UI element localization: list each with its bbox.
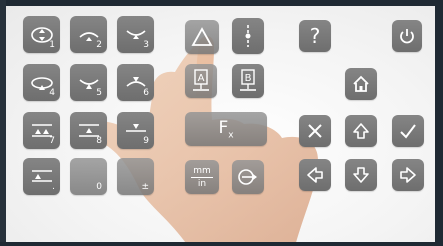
preset-arrow-icon [238, 169, 257, 185]
axis-key-2[interactable]: 2 [70, 16, 107, 53]
check-icon [400, 124, 416, 139]
key-digit-5: 5 [96, 88, 102, 98]
triangle-icon [191, 27, 213, 46]
marker-b-icon: B [240, 69, 256, 91]
home-key[interactable] [345, 68, 377, 100]
decimal-key[interactable]: . [23, 158, 60, 195]
key-plus-minus: ± [141, 182, 149, 192]
arrow-left-key[interactable] [299, 159, 331, 191]
arrow-left-icon [307, 167, 323, 183]
vertical-measure-icon [245, 25, 251, 47]
plus-minus-key[interactable]: ± [117, 158, 154, 195]
axis-key-6[interactable]: 6 [117, 64, 154, 101]
unit-in-label: in [197, 178, 207, 189]
close-icon [308, 124, 322, 138]
axis-key-8[interactable]: 8 [70, 112, 107, 149]
function-key[interactable]: Fx [185, 112, 267, 146]
marker-b-key[interactable]: B [232, 64, 264, 98]
marker-a-icon: A [193, 69, 209, 91]
arrow-down-key[interactable] [345, 159, 377, 191]
power-icon [400, 29, 414, 44]
arrow-up-icon [353, 123, 369, 139]
arrow-right-key[interactable] [392, 159, 424, 191]
arrow-right-icon [400, 167, 416, 183]
preset-key[interactable] [232, 160, 264, 194]
marker-b-letter: B [245, 73, 252, 84]
zero-key[interactable]: 0 [70, 158, 107, 195]
key-digit-0: 0 [96, 182, 102, 192]
key-digit-8: 8 [96, 136, 102, 146]
axis-key-1[interactable]: 1 [23, 16, 60, 53]
function-label-sub: x [228, 130, 234, 141]
axis-key-9[interactable]: 9 [117, 112, 154, 149]
keypad-screen: 1 2 3 ? 4 5 6 A B 7 8 9 Fx . 0 ± mm in [0, 0, 443, 246]
marker-a-letter: A [198, 73, 205, 84]
help-key[interactable]: ? [299, 20, 331, 52]
axis-key-5[interactable]: 5 [70, 64, 107, 101]
question-mark-icon: ? [309, 24, 321, 48]
ok-key[interactable] [392, 115, 424, 147]
arrow-down-icon [353, 167, 369, 183]
arrow-up-key[interactable] [345, 115, 377, 147]
key-digit-7: 7 [49, 136, 55, 146]
power-key[interactable] [392, 20, 422, 52]
key-decimal-point: . [52, 182, 55, 192]
measure-key[interactable] [232, 18, 264, 54]
cancel-key[interactable] [299, 115, 331, 147]
unit-divider [191, 176, 213, 178]
key-digit-9: 9 [143, 136, 149, 146]
key-digit-3: 3 [143, 40, 149, 50]
key-digit-6: 6 [143, 88, 149, 98]
home-icon [353, 75, 369, 92]
key-digit-2: 2 [96, 40, 102, 50]
function-label-main: F [218, 117, 229, 138]
marker-a-key[interactable]: A [185, 64, 217, 98]
axis-key-4[interactable]: 4 [23, 64, 60, 101]
tolerance-key[interactable] [185, 20, 219, 54]
axis-key-3[interactable]: 3 [117, 16, 154, 53]
unit-toggle-key[interactable]: mm in [185, 160, 219, 194]
key-digit-1: 1 [49, 40, 55, 50]
key-digit-4: 4 [49, 88, 55, 98]
axis-key-7[interactable]: 7 [23, 112, 60, 149]
function-label: Fx [218, 118, 233, 140]
decimal-line-icon [31, 169, 52, 182]
unit-mm-label: mm [193, 165, 211, 176]
